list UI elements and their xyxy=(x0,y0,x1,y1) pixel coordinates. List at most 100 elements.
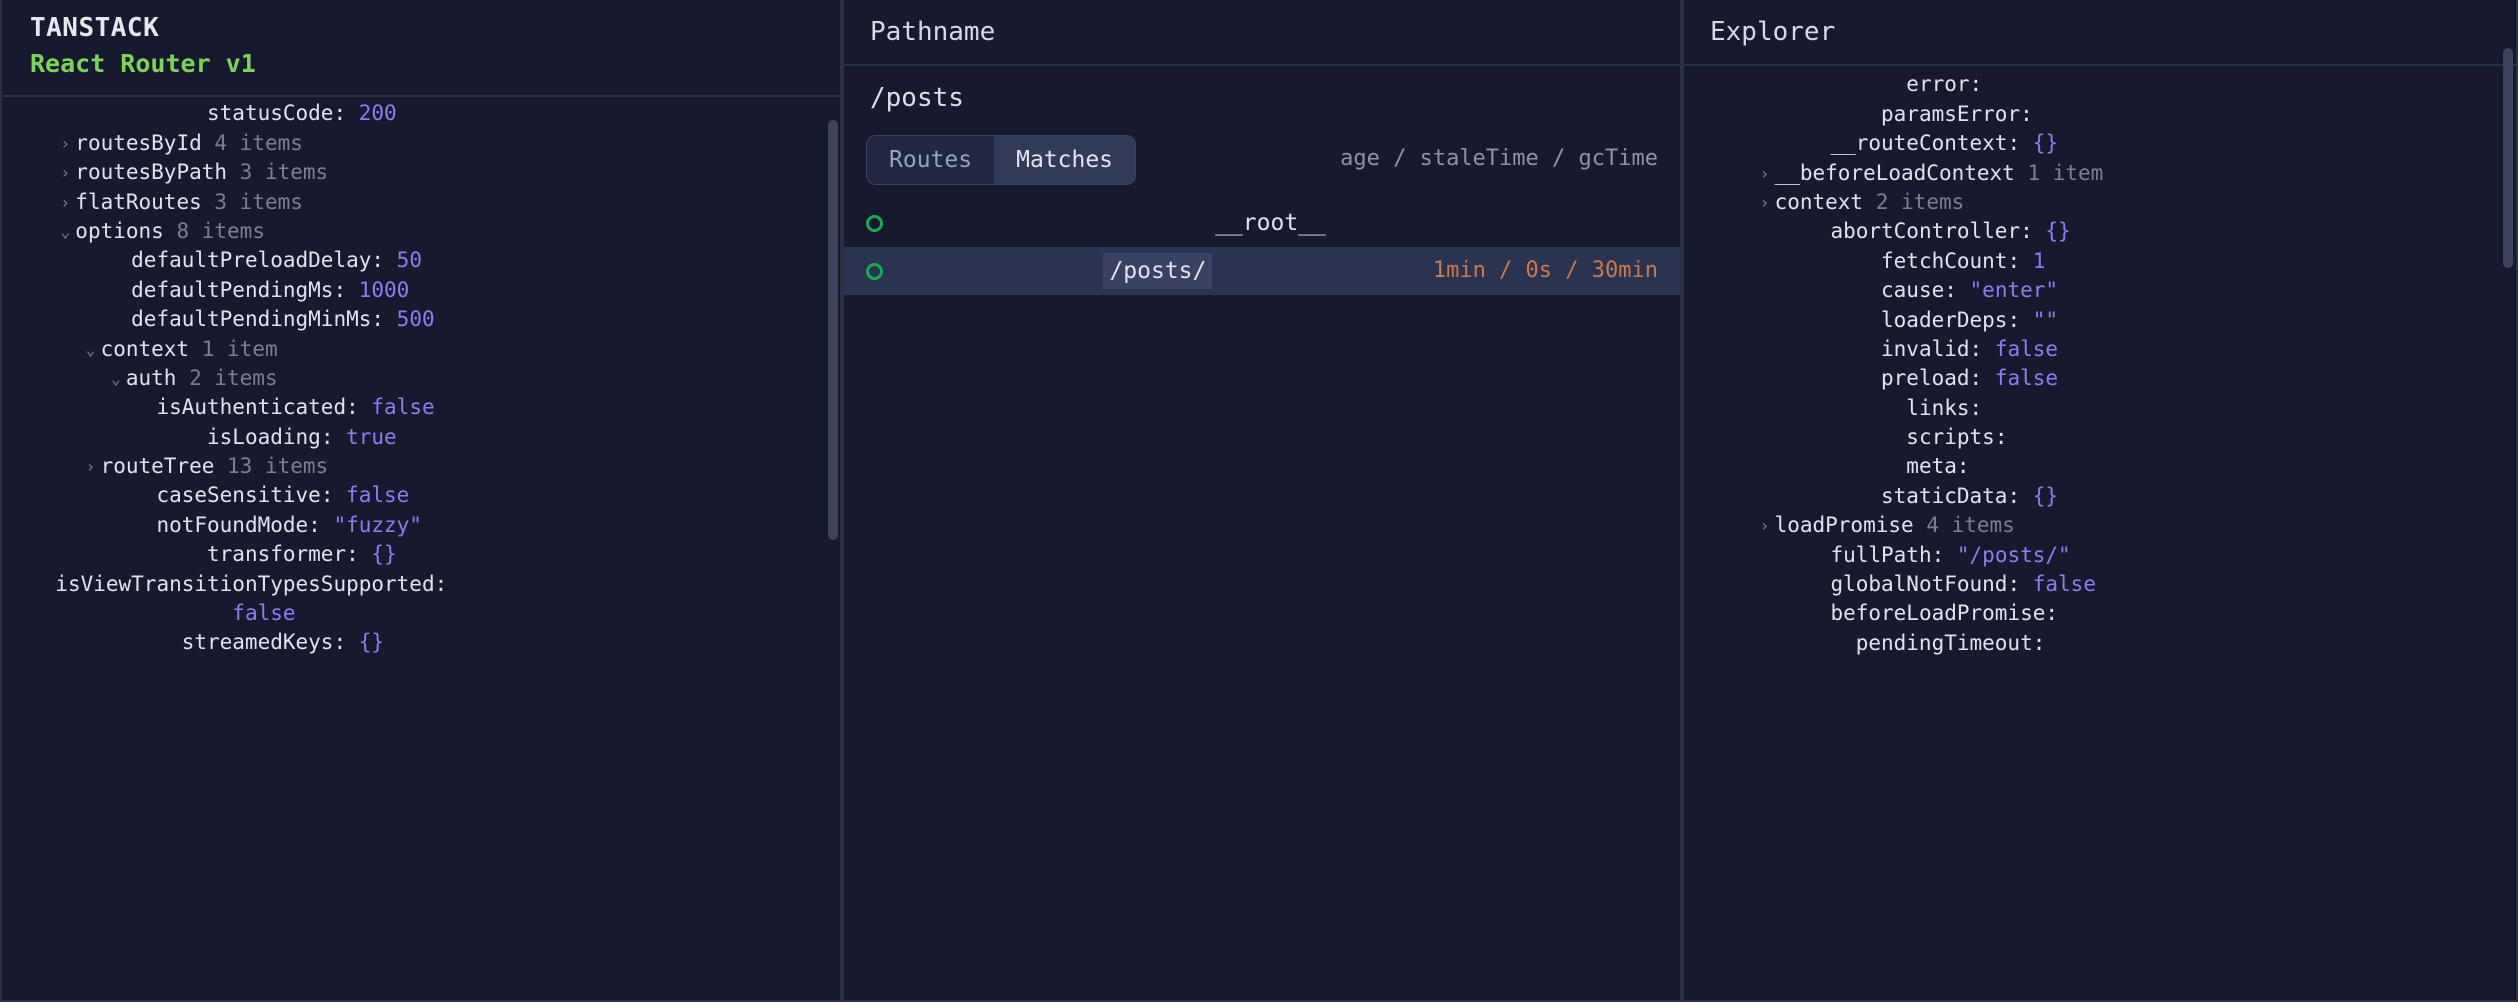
tree-value: 13 items xyxy=(227,454,328,478)
tree-value: 1000 xyxy=(359,278,410,302)
match-row[interactable]: __root__ xyxy=(844,199,1680,247)
chevron-down-icon[interactable]: ⌄ xyxy=(81,339,101,361)
match-label: /posts/ xyxy=(1103,253,1212,289)
tree-key: statusCode xyxy=(207,101,333,125)
tree-key: defaultPendingMs xyxy=(131,278,333,302)
chevron-down-icon[interactable]: ⌄ xyxy=(106,368,126,390)
chevron-right-icon[interactable]: › xyxy=(55,162,75,184)
tree-key: __beforeLoadContext xyxy=(1775,161,2015,185)
tree-key: cause xyxy=(1881,278,1944,302)
chevron-down-icon[interactable]: ⌄ xyxy=(55,221,75,243)
tree-key: routesByPath xyxy=(75,160,227,184)
tree-sep: : xyxy=(321,483,346,507)
tree-key: abortController xyxy=(1830,219,2020,243)
right.tree-row: globalNotFound: false xyxy=(1704,570,2516,599)
leftTree-row[interactable]: ⌄context 1 item xyxy=(30,335,840,364)
right.tree-row: cause: "enter" xyxy=(1704,276,2516,305)
right.tree-row: preload: false xyxy=(1704,364,2516,393)
leftTree-row: false xyxy=(30,599,840,628)
right.tree-row[interactable]: ›context 2 items xyxy=(1704,188,2516,217)
right.tree-row[interactable]: ›loadPromise 4 items xyxy=(1704,511,2516,540)
leftTree-row[interactable]: ›routesById 4 items xyxy=(30,129,840,158)
tree-value: {} xyxy=(371,542,396,566)
tree-value: 1 xyxy=(2033,249,2046,273)
tree-key: pendingTimeout xyxy=(1856,631,2033,655)
tree-key: notFoundMode xyxy=(156,513,308,537)
tab-routes[interactable]: Routes xyxy=(867,136,994,184)
scrollbar-thumb[interactable] xyxy=(828,120,838,540)
leftTree-row[interactable]: ⌄options 8 items xyxy=(30,217,840,246)
tree-sep: : xyxy=(2045,601,2058,625)
tree-value: {} xyxy=(2045,219,2070,243)
chevron-right-icon[interactable]: › xyxy=(55,133,75,155)
right.tree-row: paramsError: xyxy=(1704,100,2516,129)
right.tree-row: staticData: {} xyxy=(1704,482,2516,511)
tree-key: transformer xyxy=(207,542,346,566)
tree-key: loadPromise xyxy=(1775,513,1914,537)
tab-matches[interactable]: Matches xyxy=(994,136,1135,184)
pathname-panel: Pathname /posts Routes Matches age / sta… xyxy=(842,0,1682,1002)
tree-key: loaderDeps xyxy=(1881,308,2007,332)
explorer-title: Explorer xyxy=(1684,0,2516,66)
right.tree-row: loaderDeps: "" xyxy=(1704,306,2516,335)
tree-sep: : xyxy=(1970,366,1995,390)
scrollbar-vertical[interactable] xyxy=(2500,0,2516,1000)
tree-value: 50 xyxy=(397,248,422,272)
right.tree-row[interactable]: ›__beforeLoadContext 1 item xyxy=(1704,159,2516,188)
chevron-right-icon[interactable]: › xyxy=(1755,163,1775,185)
router-state-tree: statusCode: 200 ›routesById 4 items ›rou… xyxy=(2,97,840,1000)
chevron-right-icon[interactable]: › xyxy=(81,456,101,478)
leftTree-row[interactable]: ›routeTree 13 items xyxy=(30,452,840,481)
brand-name: TANSTACK xyxy=(30,10,812,46)
right.tree-row: pendingTimeout: xyxy=(1704,629,2516,658)
chevron-right-icon[interactable]: › xyxy=(1755,515,1775,537)
tree-key: options xyxy=(75,219,164,243)
tree-sep: : xyxy=(1944,278,1969,302)
right.tree-row: error: xyxy=(1704,70,2516,99)
tree-key: __routeContext xyxy=(1830,131,2007,155)
tree-key: defaultPendingMinMs xyxy=(131,307,371,331)
devtools-root: TANSTACK React Router v1 statusCode: 200… xyxy=(0,0,2518,1002)
match-timing: 1min / 0s / 30min xyxy=(1433,256,1658,287)
tree-sep: : xyxy=(321,425,346,449)
tree-value: "/posts/" xyxy=(1957,543,2071,567)
leftTree-row[interactable]: ⌄auth 2 items xyxy=(30,364,840,393)
tree-key: fetchCount xyxy=(1881,249,2007,273)
right.tree-row: meta: xyxy=(1704,452,2516,481)
tree-key: isLoading xyxy=(207,425,321,449)
tree-sep: : xyxy=(2007,308,2032,332)
tree-sep: : xyxy=(2007,484,2032,508)
match-label-wrap: /posts/ xyxy=(897,253,1419,289)
tree-key: invalid xyxy=(1881,337,1970,361)
brand-bar: TANSTACK React Router v1 xyxy=(2,0,840,97)
leftTree-row: statusCode: 200 xyxy=(30,99,840,128)
status-dot-icon xyxy=(866,263,883,280)
leftTree-row: notFoundMode: "fuzzy" xyxy=(30,511,840,540)
tree-sep xyxy=(164,219,177,243)
tree-key: fullPath xyxy=(1830,543,1931,567)
leftTree-row[interactable]: ›flatRoutes 3 items xyxy=(30,188,840,217)
scrollbar-vertical[interactable] xyxy=(826,0,840,1000)
brand-subtitle: React Router v1 xyxy=(30,46,812,81)
scrollbar-thumb[interactable] xyxy=(2503,48,2513,268)
routes-matches-toggle: Routes Matches xyxy=(866,135,1136,185)
tree-sep: : xyxy=(346,395,371,419)
tree-value: 3 items xyxy=(214,190,303,214)
tree-key: staticData xyxy=(1881,484,2007,508)
tree-sep: : xyxy=(346,542,371,566)
right.tree-row: links: xyxy=(1704,394,2516,423)
leftTree-row[interactable]: ›routesByPath 3 items xyxy=(30,158,840,187)
tree-sep xyxy=(1863,190,1876,214)
match-row[interactable]: /posts/1min / 0s / 30min xyxy=(844,247,1680,295)
tree-sep xyxy=(227,160,240,184)
chevron-right-icon[interactable]: › xyxy=(1755,192,1775,214)
match-list: __root__/posts/1min / 0s / 30min xyxy=(844,199,1680,295)
chevron-right-icon[interactable]: › xyxy=(55,192,75,214)
tree-sep: : xyxy=(308,513,333,537)
tree-value: 200 xyxy=(359,101,397,125)
leftTree-row: transformer: {} xyxy=(30,540,840,569)
right.tree-row: invalid: false xyxy=(1704,335,2516,364)
tree-key: globalNotFound xyxy=(1830,572,2007,596)
tree-value: true xyxy=(346,425,397,449)
tree-sep: : xyxy=(371,248,396,272)
